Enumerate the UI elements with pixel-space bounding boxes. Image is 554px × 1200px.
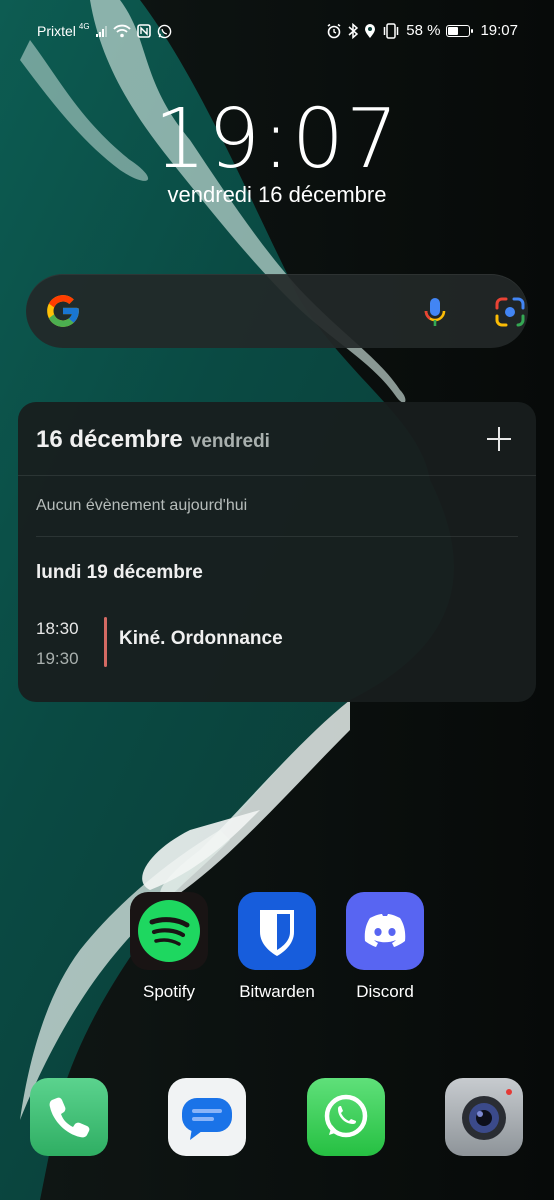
event-start-time: 18:30 [36,619,79,638]
carrier-name: Prixtel [37,23,76,39]
app-bitwarden[interactable]: Bitwarden [232,892,322,1002]
nfc-icon [136,24,151,38]
add-event-button[interactable] [484,424,514,454]
lockscreen-clock[interactable]: 19:07 [0,92,554,187]
spotify-icon [130,892,208,970]
app-label: Bitwarden [239,982,315,1001]
network-type: 4G [78,21,90,31]
calendar-widget[interactable]: 16 décembre vendredi Aucun évènement auj… [18,402,536,702]
app-label: Discord [356,982,414,1001]
app-label: Spotify [143,982,195,1001]
calendar-date: 16 décembre [36,426,183,453]
divider [36,536,518,537]
vibrate-icon [384,22,399,39]
battery-fill [448,26,459,35]
clock-date[interactable]: vendredi 16 décembre [0,182,554,208]
whatsapp-icon[interactable] [307,1078,385,1156]
alarm-icon [327,23,341,38]
battery-icon [446,24,474,37]
app-discord[interactable]: Discord [340,892,430,1002]
bluetooth-icon [348,22,359,39]
google-lens-icon[interactable] [492,294,528,330]
phone-icon[interactable] [30,1078,108,1156]
camera-icon[interactable] [445,1078,523,1156]
google-logo-icon [47,295,79,327]
status-bar: Prixtel 4G 58 % 19:07 [0,0,554,62]
microphone-icon[interactable] [418,295,452,329]
signal-icon [95,25,107,37]
messages-icon[interactable] [168,1078,246,1156]
status-time: 19:07 [480,22,518,39]
event-color-bar [104,617,107,667]
event-end-time: 19:30 [36,649,79,668]
next-event-day: lundi 19 décembre [36,562,203,583]
whatsapp-notification-icon [157,24,171,38]
no-events-text: Aucun évènement aujourd'hui [36,497,248,514]
location-icon [365,23,376,38]
app-spotify[interactable]: Spotify [124,892,214,1002]
wifi-icon [112,24,131,38]
bitwarden-icon [238,892,316,970]
google-search-bar[interactable] [26,274,528,348]
calendar-weekday: vendredi [190,431,270,452]
divider [18,475,536,476]
calendar-header: 16 décembre vendredi [36,426,270,454]
event-title: Kiné. Ordonnance [119,628,283,649]
discord-icon [346,892,424,970]
battery-percent: 58 % [406,22,441,39]
